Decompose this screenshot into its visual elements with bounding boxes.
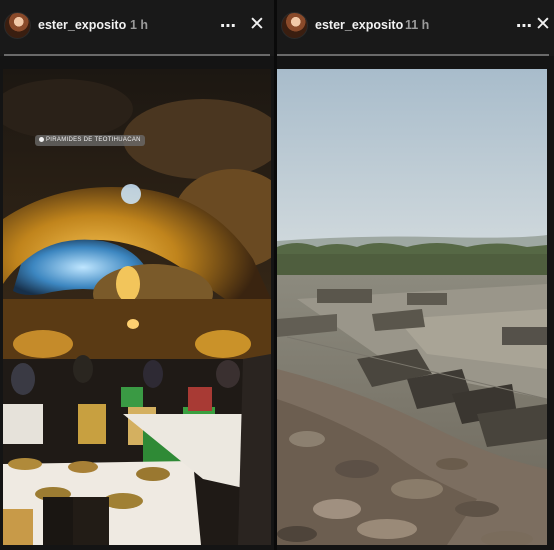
avatar[interactable] [281,12,308,39]
username[interactable]: ester_exposito [315,18,403,32]
story-panel-right[interactable]: ester_exposito 11 h ⋯ ✕ [277,0,554,550]
timestamp: 11 h [405,18,430,32]
close-icon[interactable]: ✕ [249,13,265,36]
username[interactable]: ester_exposito [38,18,126,32]
teotihuacan-view-image [277,69,547,545]
story-header: ester_exposito 1 h ⋯ ✕ [0,0,274,56]
more-options-icon[interactable]: ⋯ [220,16,237,36]
story-header: ester_exposito 11 h ⋯ ✕ [277,0,554,56]
timestamp: 1 h [130,18,149,32]
avatar[interactable] [4,12,31,39]
story-photo-cave-restaurant: PIRAMIDES DE TEOTIHUACAN [3,69,271,545]
more-options-icon[interactable]: ⋯ [516,16,533,36]
story-progress-bar [277,54,549,56]
story-progress-bar [4,54,270,56]
location-pin-icon [39,136,44,142]
location-sticker-label: PIRAMIDES DE TEOTIHUACAN [46,137,141,143]
close-icon[interactable]: ✕ [535,13,551,36]
story-photo-teotihuacan [277,69,547,545]
location-sticker[interactable]: PIRAMIDES DE TEOTIHUACAN [35,135,145,146]
story-panel-left[interactable]: ester_exposito 1 h ⋯ ✕ PIRAMIDES DE TEOT… [0,0,274,550]
